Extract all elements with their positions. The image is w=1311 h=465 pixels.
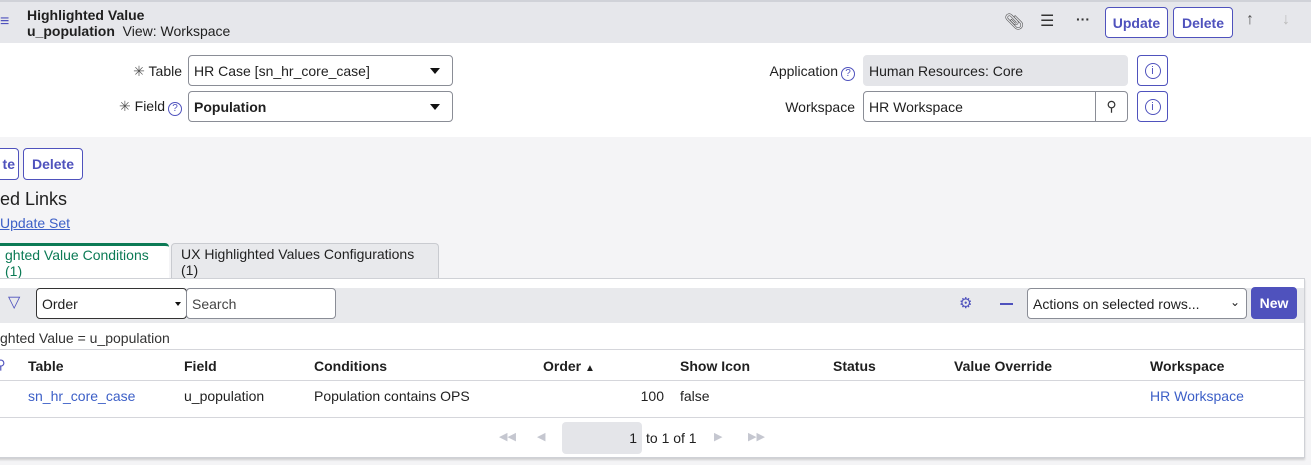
workspace-cell-link[interactable]: HR Workspace (1150, 388, 1244, 404)
column-header-order[interactable]: Order ▲ (543, 358, 595, 374)
column-header-field[interactable]: Field (184, 358, 217, 374)
related-links-heading: ed Links (0, 189, 68, 209)
arrow-up-icon[interactable]: ↑ (1246, 11, 1254, 29)
view-label: View: Workspace (122, 23, 231, 39)
workspace-input[interactable]: HR Workspace (863, 91, 1096, 122)
column-header-conditions[interactable]: Conditions (314, 358, 387, 374)
column-header-status[interactable]: Status (833, 358, 876, 374)
collapse-icon[interactable] (1000, 303, 1013, 305)
application-value: Human Resources: Core (869, 62, 1024, 79)
order-cell: 100 (640, 388, 664, 404)
tab-ux-configurations[interactable]: UX Highlighted Values Configurations (1) (171, 243, 439, 279)
table-cell-link[interactable]: sn_hr_core_case (28, 388, 135, 404)
chevron-down-icon: ⌄ (1229, 295, 1240, 309)
help-icon[interactable]: ? (168, 102, 182, 116)
column-label: Order (543, 358, 582, 374)
workspace-info-button[interactable]: i (1137, 91, 1168, 122)
list-search-input[interactable]: Search (186, 288, 336, 319)
tab-highlighted-value-conditions[interactable]: ghted Value Conditions (1) (0, 243, 169, 279)
required-icon: ✳ (133, 63, 145, 79)
form-title: Highlighted Value (27, 7, 145, 23)
field-select[interactable]: Population (188, 91, 453, 122)
table-select[interactable]: HR Case [sn_hr_core_case] (188, 55, 453, 86)
update-button[interactable]: Update (1105, 7, 1168, 38)
workspace-label: Workspace (785, 99, 855, 115)
last-page-icon[interactable]: ▶▶ (748, 430, 765, 443)
paperclip-icon[interactable]: 📎︎ (1004, 12, 1024, 32)
settings-sliders-icon[interactable]: ☰ (1040, 11, 1054, 31)
field-value: Population (194, 98, 267, 115)
update-button-bottom[interactable]: te (0, 148, 19, 180)
actions-select[interactable]: Actions on selected rows... ⌄ (1027, 288, 1247, 319)
record-name: u_population (27, 23, 115, 39)
pager-range: to 1 of 1 (646, 430, 697, 446)
caret-down-icon (175, 302, 181, 306)
divider (0, 349, 1304, 350)
field-label: Field (134, 98, 165, 114)
divider (0, 380, 1304, 381)
more-icon[interactable]: ··· (1076, 11, 1090, 27)
search-icon[interactable]: ⚲ (0, 357, 6, 373)
actions-select-value: Actions on selected rows... (1033, 295, 1200, 312)
page-input[interactable]: 1 (562, 422, 642, 454)
help-icon[interactable]: ? (841, 67, 855, 81)
divider (0, 417, 1304, 418)
list-breadcrumb[interactable]: ghted Value = u_population (0, 330, 170, 346)
column-header-table[interactable]: Table (28, 358, 64, 374)
update-set-link[interactable]: Update Set (0, 215, 70, 231)
field-cell: u_population (184, 388, 265, 404)
first-page-icon[interactable]: ◀◀ (499, 430, 516, 443)
info-icon: i (1144, 62, 1161, 79)
gear-icon[interactable]: ⚙ (959, 294, 972, 312)
application-info-button[interactable]: i (1137, 55, 1168, 86)
conditions-cell: Population contains OPS (314, 388, 470, 404)
column-header-workspace[interactable]: Workspace (1150, 358, 1224, 374)
column-header-show-icon[interactable]: Show Icon (680, 358, 750, 374)
search-icon[interactable]: ⚲ (1095, 91, 1128, 122)
application-label: Application (769, 63, 839, 79)
workspace-value: HR Workspace (869, 98, 963, 115)
table-value: HR Case [sn_hr_core_case] (194, 62, 370, 79)
search-field-value: Order (42, 295, 78, 312)
filter-icon[interactable]: ▽ (8, 292, 20, 312)
arrow-down-icon[interactable]: ↓ (1282, 11, 1290, 29)
show-icon-cell: false (680, 388, 710, 404)
table-label: Table (148, 63, 182, 79)
next-page-icon[interactable]: ▶ (714, 430, 722, 443)
menu-icon[interactable]: ≡ (0, 13, 9, 31)
form-header: ≡ Highlighted Value u_population View: W… (0, 0, 1311, 43)
form-body: ✳ Table HR Case [sn_hr_core_case] ✳ Fiel… (0, 43, 1311, 137)
column-header-value-override[interactable]: Value Override (954, 358, 1052, 374)
sort-ascending-icon: ▲ (585, 363, 595, 374)
previous-page-icon[interactable]: ◀ (537, 430, 545, 443)
application-field: Human Resources: Core (863, 55, 1128, 86)
delete-button-bottom[interactable]: Delete (23, 148, 83, 180)
search-field-select[interactable]: Order (36, 288, 187, 319)
required-icon: ✳ (119, 98, 131, 114)
caret-down-icon (430, 104, 440, 110)
new-button[interactable]: New (1251, 287, 1297, 319)
delete-button[interactable]: Delete (1173, 7, 1233, 38)
caret-down-icon (430, 68, 440, 74)
info-icon: i (1144, 98, 1161, 115)
